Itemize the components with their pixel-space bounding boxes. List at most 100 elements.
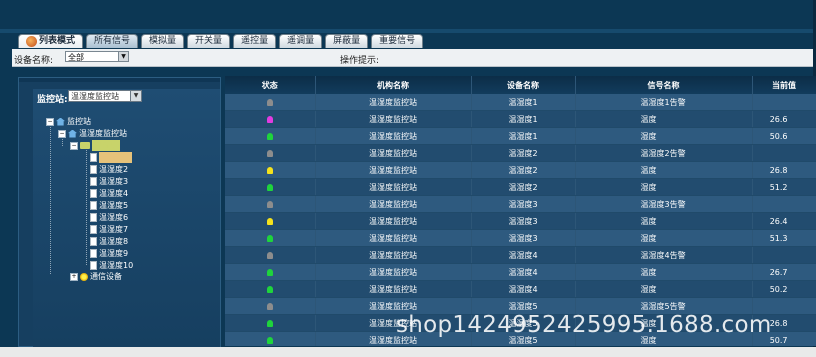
table-row[interactable]: 温湿度监控站 温湿度1 温度 26.6 xyxy=(225,110,816,128)
col-header-signal[interactable]: 信号名称 xyxy=(575,76,753,94)
table-row[interactable]: 温湿度监控站 温湿度2 湿度 51.2 xyxy=(225,178,816,196)
status-bar xyxy=(0,347,816,357)
tab-label: 开关量 xyxy=(195,36,223,46)
table-row[interactable]: 温湿度监控站 温湿度1 温湿度1告警 xyxy=(225,94,816,111)
cell-status xyxy=(225,229,316,247)
cell-value: 26.4 xyxy=(752,212,816,230)
tab-analog[interactable]: 模拟量 xyxy=(141,34,185,48)
table-row[interactable]: 温湿度监控站 温湿度2 温湿度2告警 xyxy=(225,144,816,162)
status-lamp-icon xyxy=(266,115,273,123)
cell-status xyxy=(225,280,316,298)
tree-node-label: 温湿度3 xyxy=(99,177,129,186)
collapse-icon[interactable]: − xyxy=(70,141,78,150)
cell-org: 温湿度监控站 xyxy=(315,263,472,281)
table-row[interactable]: 温湿度监控站 温湿度4 温湿度4告警 xyxy=(225,246,816,264)
cell-value: 26.7 xyxy=(752,263,816,281)
table-header-row: 状态 机构名称 设备名称 信号名称 当前值 xyxy=(225,76,816,94)
tree-node-device[interactable]: 温湿度4 xyxy=(90,188,128,199)
tree-node-device[interactable]: 温湿度9 xyxy=(90,248,128,259)
cell-device: 温湿度4 xyxy=(471,280,576,298)
expand-icon[interactable]: + xyxy=(70,272,78,281)
col-header-org[interactable]: 机构名称 xyxy=(315,76,472,94)
tree-node-label: 温湿度1 xyxy=(99,152,133,163)
col-header-status[interactable]: 状态 xyxy=(225,76,316,94)
tree-node-device[interactable]: 温湿度5 xyxy=(90,200,128,211)
tab-label: 所有信号 xyxy=(94,36,131,46)
tree-node-station[interactable]: − 温湿度监控站 xyxy=(58,128,127,139)
tree-connector xyxy=(86,150,87,265)
col-header-value[interactable]: 当前值 xyxy=(752,76,816,94)
tab-important[interactable]: 重要信号 xyxy=(371,34,424,48)
tree-node-device[interactable]: 温湿度1 xyxy=(90,152,133,163)
status-lamp-icon xyxy=(266,132,273,140)
cell-status xyxy=(225,178,316,196)
table-row[interactable]: 温湿度监控站 温湿度1 湿度 50.6 xyxy=(225,127,816,145)
table-row[interactable]: 温湿度监控站 温湿度2 温度 26.8 xyxy=(225,161,816,179)
tab-masked[interactable]: 屏蔽量 xyxy=(325,34,369,48)
device-select[interactable]: 全部 ▼ xyxy=(65,51,129,62)
operation-hint-label: 操作提示: xyxy=(340,56,380,66)
cell-value: 51.2 xyxy=(752,178,816,196)
status-lamp-icon xyxy=(266,251,273,259)
cell-status xyxy=(225,161,316,179)
tree-node-device[interactable]: 温湿度3 xyxy=(90,176,128,187)
table-row[interactable]: 温湿度监控站 温湿度4 湿度 50.2 xyxy=(225,280,816,298)
tab-all-signals[interactable]: 所有信号 xyxy=(86,34,139,48)
tree-node-device[interactable]: 温湿度10 xyxy=(90,260,133,271)
tab-remote-adjust[interactable]: 遥调量 xyxy=(279,34,323,48)
collapse-icon[interactable]: − xyxy=(58,129,66,138)
tree-node-group[interactable]: − 温湿度 xyxy=(70,140,120,151)
tree-node-device[interactable]: 温湿度2 xyxy=(90,164,128,175)
cell-org: 温湿度监控站 xyxy=(315,178,472,196)
status-lamp-icon xyxy=(266,166,273,174)
document-icon xyxy=(90,153,97,162)
table-row[interactable]: 温湿度监控站 温湿度3 温度 26.4 xyxy=(225,212,816,230)
chevron-down-icon[interactable]: ▼ xyxy=(118,52,128,61)
cell-device: 温湿度2 xyxy=(471,144,576,162)
status-lamp-icon xyxy=(266,98,273,106)
tree-node-comm[interactable]: + 通信设备 xyxy=(70,271,122,282)
cell-value: 26.6 xyxy=(752,110,816,128)
cell-device: 温湿度4 xyxy=(471,246,576,264)
document-icon xyxy=(90,201,97,210)
header-band xyxy=(0,0,816,33)
tab-list-mode[interactable]: 列表模式 xyxy=(18,34,84,48)
cell-device: 温湿度1 xyxy=(471,94,576,111)
chevron-down-icon[interactable]: ▼ xyxy=(130,91,141,101)
cell-signal: 温度 xyxy=(575,212,753,230)
tab-switch[interactable]: 开关量 xyxy=(187,34,231,48)
tree-node-device[interactable]: 温湿度7 xyxy=(90,224,128,235)
cell-signal: 温湿度4告警 xyxy=(575,246,753,264)
cell-device: 温湿度4 xyxy=(471,263,576,281)
cell-device: 温湿度1 xyxy=(471,127,576,145)
cell-device: 温湿度1 xyxy=(471,110,576,128)
document-icon xyxy=(90,189,97,198)
tree-node-device[interactable]: 温湿度6 xyxy=(90,212,128,223)
table-row[interactable]: 温湿度监控站 温湿度3 温湿度3告警 xyxy=(225,195,816,213)
cell-value xyxy=(752,195,816,213)
cell-signal: 温度 xyxy=(575,263,753,281)
collapse-icon[interactable]: − xyxy=(46,117,54,126)
tab-remote-control[interactable]: 遥控量 xyxy=(233,34,277,48)
tree-node-label: 温湿度2 xyxy=(99,165,129,174)
document-icon xyxy=(90,249,97,258)
cell-device: 温湿度2 xyxy=(471,178,576,196)
tree-node-label: 温湿度8 xyxy=(99,237,129,246)
table-row[interactable]: 温湿度监控站 温湿度4 温度 26.7 xyxy=(225,263,816,281)
station-select[interactable]: 温湿度监控站 ▼ xyxy=(68,90,142,102)
cell-status xyxy=(225,212,316,230)
cell-value: 51.3 xyxy=(752,229,816,247)
cell-org: 温湿度监控站 xyxy=(315,94,472,111)
station-icon xyxy=(68,129,77,138)
tree-node-root[interactable]: − 监控站 xyxy=(46,116,91,127)
table-row[interactable]: 温湿度监控站 温湿度3 湿度 51.3 xyxy=(225,229,816,247)
cell-signal: 温度 xyxy=(575,161,753,179)
cell-signal: 温湿度1告警 xyxy=(575,94,753,111)
document-icon xyxy=(90,213,97,222)
col-header-device[interactable]: 设备名称 xyxy=(471,76,576,94)
cell-status xyxy=(225,246,316,264)
folder-icon xyxy=(80,142,90,149)
tree-node-device[interactable]: 温湿度8 xyxy=(90,236,128,247)
cell-device: 温湿度2 xyxy=(471,161,576,179)
cell-org: 温湿度监控站 xyxy=(315,161,472,179)
